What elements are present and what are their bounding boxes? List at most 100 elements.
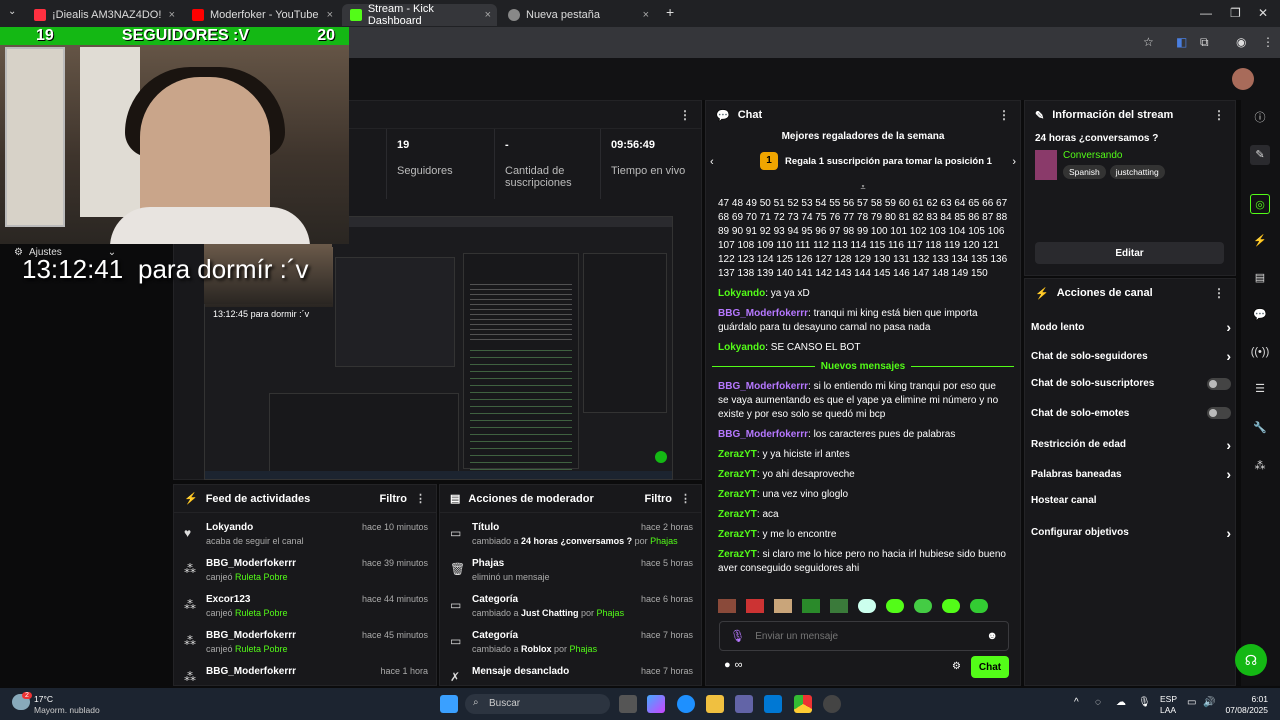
bolt-icon[interactable]: ⚡ (1250, 231, 1270, 251)
chevron-left-icon[interactable]: ‹ (710, 156, 714, 168)
clock-time[interactable]: 6:01 (1224, 694, 1268, 704)
channel-action-row[interactable]: Chat de solo-suscriptores (1031, 377, 1231, 390)
emote-icon[interactable] (774, 599, 792, 613)
mod-action-item[interactable]: ▭ Título cambiado a 24 horas ¿conversamos … (450, 522, 693, 546)
chat-username[interactable]: BBG_Moderfokerrr (718, 308, 808, 319)
profile-icon[interactable]: ◉ (1236, 35, 1246, 49)
tab-kick-dashboard[interactable]: Stream - Kick Dashboard × (342, 3, 497, 27)
extensions-icon[interactable]: ⧉ (1200, 35, 1209, 50)
emoji-icon[interactable]: ☻ (986, 630, 998, 642)
target-icon[interactable]: ◎ (1250, 194, 1270, 214)
mod-action-item[interactable]: ✗ Mensaje desanclado hace 7 horas (450, 666, 693, 684)
channel-action-row[interactable]: Hostear canal (1031, 495, 1231, 506)
channel-action-row[interactable]: Chat de solo-emotes (1031, 407, 1231, 420)
mod-action-item[interactable]: 🗑 Phajas eliminó un mensaje hace 5 horas (450, 558, 693, 582)
tab-search-icon[interactable]: ⌄ (8, 6, 16, 17)
chat-username[interactable]: ZerazYT (718, 469, 757, 480)
chat-username[interactable]: BBG_Moderfokerrr (718, 429, 808, 440)
feed-item[interactable]: ⁂ Excor123 canjeó Ruleta Pobre hace 44 minu… (184, 594, 428, 618)
tab-close-icon[interactable]: × (327, 9, 333, 21)
chat-icon[interactable]: 💬 (1250, 305, 1270, 325)
file-explorer-icon[interactable] (706, 695, 724, 713)
wrench-icon[interactable]: 🔧 (1250, 418, 1270, 438)
channel-action-row[interactable]: Palabras baneadas › (1031, 466, 1231, 482)
app-icon[interactable] (823, 695, 841, 713)
document-icon[interactable]: ▤ (1250, 268, 1270, 288)
more-options-icon[interactable]: ⋮ (415, 492, 426, 505)
windows-start-icon[interactable] (440, 695, 458, 713)
more-options-icon[interactable]: ⋮ (679, 108, 691, 122)
pencil-icon[interactable]: ✎ (1250, 145, 1270, 165)
emote-icon[interactable] (914, 599, 932, 613)
minimize-icon[interactable]: — (1200, 6, 1212, 20)
emote-icon[interactable] (802, 599, 820, 613)
emote-icon[interactable] (830, 599, 848, 613)
translate-icon[interactable]: ◧ (1176, 35, 1187, 49)
tab-close-icon[interactable]: × (485, 9, 491, 21)
chat-username[interactable]: ZerazYT (718, 529, 757, 540)
task-view-icon[interactable] (619, 695, 637, 713)
emote-icon[interactable] (718, 599, 736, 613)
tab-close-icon[interactable]: × (643, 9, 649, 21)
mod-action-item[interactable]: ▭ Categoría cambiado a Just Chatting por P… (450, 594, 693, 618)
channel-action-row[interactable]: Chat de solo-seguidores › (1031, 348, 1231, 364)
emote-icon[interactable] (746, 599, 764, 613)
emote-icon[interactable] (886, 599, 904, 613)
chat-username[interactable]: ZerazYT (718, 509, 757, 520)
avatar[interactable] (1232, 68, 1254, 90)
chat-username[interactable]: Lokyando (718, 342, 765, 353)
language-label[interactable]: ESP (1160, 694, 1177, 704)
send-chat-button[interactable]: Chat (971, 656, 1009, 678)
points-icon[interactable]: ● (724, 659, 731, 671)
chat-input-box[interactable]: 🎙 ☻ (719, 621, 1009, 651)
tab-diealis[interactable]: ¡Diealis AM3NAZ4DO! × (26, 4, 181, 26)
chrome-icon[interactable] (794, 695, 812, 713)
channel-action-row[interactable]: Restricción de edad › (1031, 437, 1231, 453)
support-icon[interactable]: ☊ (1235, 644, 1267, 676)
copilot-icon[interactable] (647, 695, 665, 713)
chat-input[interactable] (755, 630, 977, 642)
collapse-icon[interactable]: ⩡ (706, 182, 1020, 193)
channel-action-row[interactable]: Configurar objetivos › (1031, 525, 1231, 541)
teams-icon[interactable] (735, 695, 753, 713)
list-icon[interactable]: ☰ (1250, 379, 1270, 399)
tab-youtube[interactable]: Moderfoker - YouTube × (184, 4, 339, 26)
network-icon[interactable]: ▭ (1187, 697, 1196, 708)
feed-item[interactable]: ⁂ BBG_Moderfokerrr hace 1 hora (184, 666, 428, 684)
bookmark-star-icon[interactable]: ☆ (1143, 35, 1154, 49)
info-icon[interactable]: ⓘ (1250, 108, 1270, 128)
close-window-icon[interactable]: ✕ (1258, 6, 1268, 20)
feed-item[interactable]: ♥ Lokyando acaba de seguir el canal hace 10… (184, 522, 428, 546)
chat-username[interactable]: ZerazYT (718, 489, 757, 500)
emote-icon[interactable] (942, 599, 960, 613)
chevron-right-icon[interactable]: › (1012, 156, 1016, 168)
mod-filter-button[interactable]: Filtro (645, 493, 673, 505)
new-tab-button[interactable]: + (666, 4, 674, 20)
emote-icon[interactable] (858, 599, 876, 613)
tray-icon[interactable]: ◌ (1095, 697, 1101, 708)
feed-item[interactable]: ⁂ BBG_Moderfokerrr canjeó Ruleta Pobre hace… (184, 558, 428, 582)
toggle-switch[interactable] (1207, 377, 1231, 390)
more-options-icon[interactable]: ⋮ (1213, 286, 1225, 300)
chat-username[interactable]: ZerazYT (718, 449, 757, 460)
feed-filter-button[interactable]: Filtro (380, 493, 408, 505)
edit-stream-button[interactable]: Editar (1035, 242, 1224, 264)
tab-new[interactable]: Nueva pestaña × (500, 4, 655, 26)
cloud-icon[interactable]: ☁ (1116, 697, 1126, 708)
more-options-icon[interactable]: ⋮ (998, 108, 1010, 122)
category-name[interactable]: Conversando (1063, 150, 1165, 161)
store-icon[interactable] (764, 695, 782, 713)
broadcast-icon[interactable]: ((•)) (1250, 342, 1270, 362)
settings-gear-icon[interactable]: ⚙ (952, 661, 961, 672)
maximize-icon[interactable]: ❐ (1230, 6, 1241, 20)
channel-action-row[interactable]: Modo lento › (1031, 319, 1231, 335)
toggle-switch[interactable] (1207, 407, 1231, 420)
chevron-up-icon[interactable]: ^ (1074, 697, 1079, 708)
chat-username[interactable]: BBG_Moderfokerrr (718, 381, 808, 392)
mod-action-item[interactable]: ▭ Categoría cambiado a Roblox por Phajas ha… (450, 630, 693, 654)
keyboard-layout-label[interactable]: LAA (1160, 705, 1176, 715)
chat-username[interactable]: ZerazYT (718, 549, 757, 560)
more-menu-icon[interactable]: ⋮ (1262, 35, 1274, 49)
more-options-icon[interactable]: ⋮ (1213, 108, 1225, 122)
tab-close-icon[interactable]: × (169, 9, 175, 21)
